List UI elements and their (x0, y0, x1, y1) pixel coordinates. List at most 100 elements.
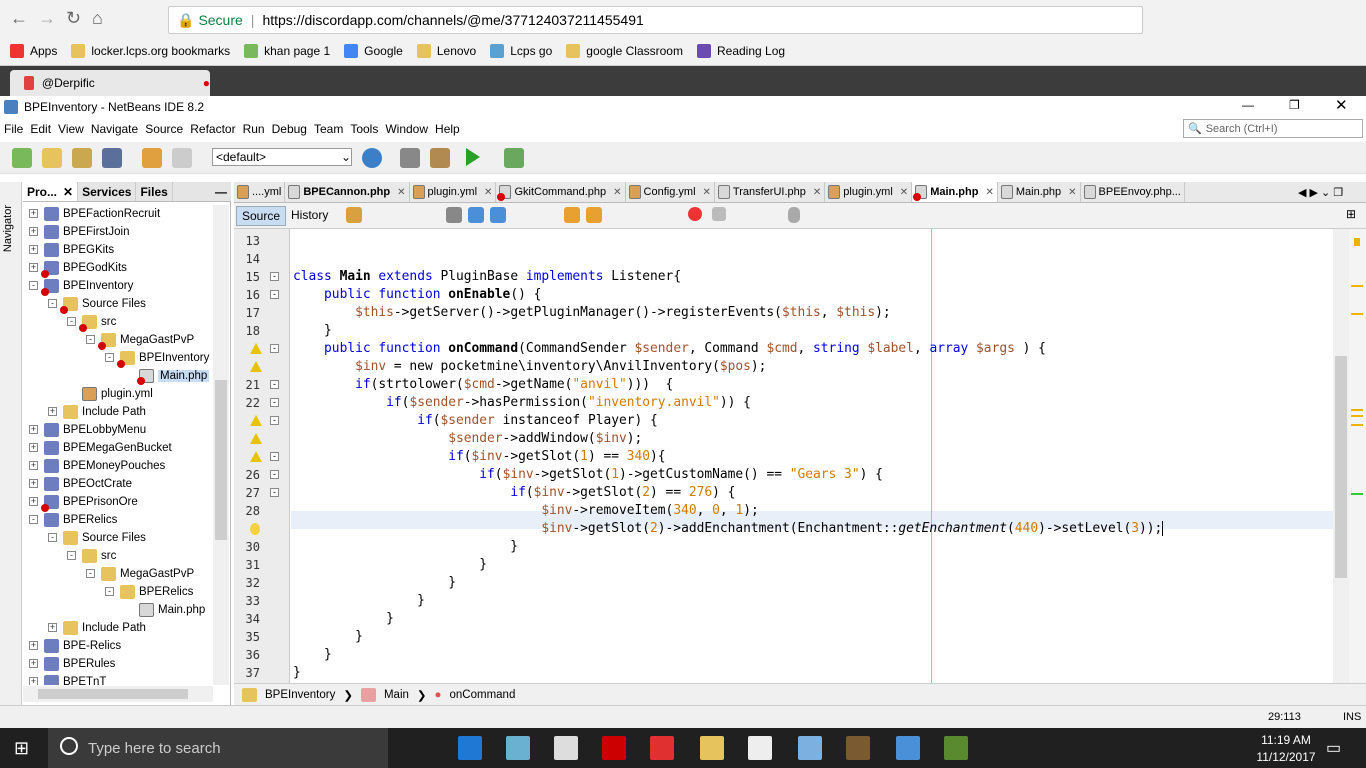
minimize-button[interactable]: — (1242, 98, 1254, 112)
notifications-icon[interactable]: ▭ (1326, 738, 1341, 758)
last-edit-icon[interactable] (346, 207, 362, 223)
database-icon[interactable] (788, 207, 800, 223)
breadcrumb-method[interactable]: onCommand (450, 689, 516, 701)
tree-item[interactable]: MegaGastPvP (101, 565, 194, 583)
tree-item[interactable]: BPEFirstJoin (44, 223, 129, 241)
navigator-tab[interactable]: Navigator (2, 205, 14, 252)
expand-icon[interactable]: + (29, 263, 38, 272)
expand-icon[interactable]: + (29, 641, 38, 650)
bookmark[interactable]: khan page 1 (244, 43, 330, 58)
editor-tab[interactable]: plugin.yml ✕ (825, 182, 913, 202)
clean-build-icon[interactable] (430, 148, 450, 168)
undo-icon[interactable] (142, 148, 162, 168)
tree-item[interactable]: Include Path (63, 403, 146, 421)
tab-services[interactable]: Services (78, 182, 137, 201)
new-file-icon[interactable] (12, 148, 32, 168)
collapse-icon[interactable]: - (105, 587, 114, 596)
minecraft-icon[interactable] (944, 736, 968, 760)
tree-item[interactable]: BPERelics (44, 511, 117, 529)
expand-icon[interactable]: + (29, 479, 38, 488)
home-icon[interactable]: ⌂ (92, 8, 103, 29)
next-bookmark-icon[interactable] (586, 207, 602, 223)
collapse-icon[interactable]: - (29, 281, 38, 290)
close-tab-icon[interactable]: ✕ (397, 187, 405, 198)
menu-file[interactable]: File (4, 122, 23, 136)
close-tab-icon[interactable]: ✕ (813, 187, 821, 198)
tree-item[interactable]: Source Files (63, 529, 146, 547)
close-tab-icon[interactable]: ✕ (1068, 187, 1076, 198)
close-tab-icon[interactable]: ✕ (703, 187, 711, 198)
expand-icon[interactable]: + (29, 461, 38, 470)
fold-icon[interactable]: - (270, 272, 279, 281)
expand-icon[interactable]: + (29, 425, 38, 434)
menu-edit[interactable]: Edit (30, 122, 51, 136)
menu-source[interactable]: Source (145, 122, 183, 136)
tree-item[interactable]: src (79, 313, 116, 332)
menu-window[interactable]: Window (385, 122, 428, 136)
tree-item[interactable]: BPEPrisonOre (41, 493, 138, 512)
record-macro-icon[interactable] (688, 207, 702, 221)
tree-item[interactable]: BPEFactionRecruit (44, 205, 160, 223)
bookmark[interactable]: Google (344, 43, 403, 58)
tree-item[interactable]: BPEOctCrate (44, 475, 132, 493)
collapse-icon[interactable]: - (67, 317, 76, 326)
close-tab-icon[interactable]: ✕ (613, 187, 621, 198)
menu-tools[interactable]: Tools (350, 122, 378, 136)
menu-navigate[interactable]: Navigate (91, 122, 138, 136)
fold-icon[interactable]: - (270, 398, 279, 407)
close-tab-icon[interactable]: ✕ (484, 187, 492, 198)
browser-tab[interactable]: @Derpific ● (10, 70, 210, 96)
tree-item[interactable]: BPE-Relics (44, 637, 121, 655)
close-tab-icon[interactable]: ✕ (985, 187, 993, 198)
stop-macro-icon[interactable] (712, 207, 726, 221)
windows-start-icon[interactable]: ⊞ (14, 738, 29, 759)
new-project-icon[interactable] (42, 148, 62, 168)
editor-tab[interactable]: ....yml (234, 182, 286, 202)
editor-tab[interactable]: BPEEnvoy.php... (1081, 182, 1185, 202)
collapse-icon[interactable]: - (67, 551, 76, 560)
fold-icon[interactable]: - (270, 290, 279, 299)
mail-icon[interactable] (748, 736, 772, 760)
file-explorer-icon[interactable] (700, 736, 724, 760)
run-icon[interactable] (466, 148, 480, 166)
store-icon[interactable] (554, 736, 578, 760)
editor-tab[interactable]: Main.php ✕ (912, 182, 998, 202)
app-icon[interactable] (896, 736, 920, 760)
edge-icon[interactable] (458, 736, 482, 760)
back-icon[interactable]: ← (10, 8, 28, 29)
mcafee-icon[interactable] (602, 736, 626, 760)
tab-files[interactable]: Files (136, 182, 173, 201)
find-next-icon[interactable] (490, 207, 506, 223)
forward-icon[interactable]: → (38, 8, 56, 29)
fold-icon[interactable]: - (270, 416, 279, 425)
clock-time[interactable]: 11:19 AM (1256, 733, 1316, 747)
history-button[interactable]: History (286, 206, 333, 226)
tree-item[interactable]: plugin.yml (82, 385, 153, 403)
tree-item[interactable]: Main.php (137, 367, 210, 385)
menu-view[interactable]: View (58, 122, 84, 136)
minecraft-icon[interactable] (846, 736, 870, 760)
bookmark[interactable]: Reading Log (696, 43, 785, 58)
bookmark[interactable]: google Classroom (566, 43, 683, 58)
fold-icon[interactable]: - (270, 488, 279, 497)
collapse-icon[interactable]: - (29, 515, 38, 524)
redo-icon[interactable] (172, 148, 192, 168)
tree-item[interactable]: BPEGKits (44, 241, 114, 259)
tree-item[interactable]: Main.php (139, 601, 205, 619)
menu-refactor[interactable]: Refactor (190, 122, 235, 136)
tab-navigation[interactable]: ◀ ▶ ⌄ ❐ (1294, 182, 1366, 203)
netbeans-taskbar-icon[interactable] (798, 736, 822, 760)
address-bar[interactable]: 🔒 Secure | https://discordapp.com/channe… (168, 6, 1143, 34)
editor-tab[interactable]: plugin.yml ✕ (410, 182, 497, 202)
editor-tab[interactable]: Main.php ✕ (998, 182, 1081, 202)
app-icon[interactable] (506, 736, 530, 760)
tree-item[interactable]: Include Path (63, 619, 146, 637)
maximize-editor-icon[interactable]: ⊞ (1346, 207, 1356, 221)
tree-item[interactable]: BPEMoneyPouches (44, 457, 165, 475)
collapse-icon[interactable]: - (86, 335, 95, 344)
expand-icon[interactable]: + (48, 407, 57, 416)
tree-item[interactable]: Source Files (60, 295, 146, 314)
tree-hscroll-thumb[interactable] (38, 689, 188, 699)
tree-item[interactable]: BPETnT (44, 673, 106, 685)
breadcrumb-class[interactable]: Main (384, 689, 409, 701)
